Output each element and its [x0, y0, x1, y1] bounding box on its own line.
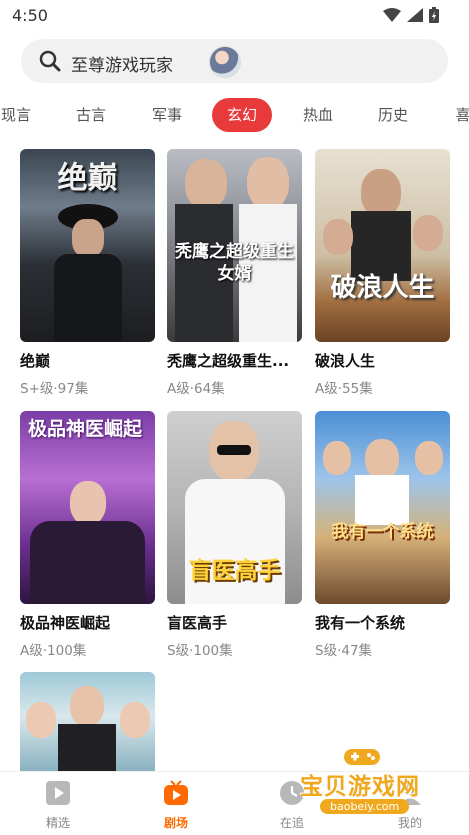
nav-theater[interactable]: 剧场 — [136, 780, 216, 831]
tab-junshi[interactable]: 军事 — [145, 98, 189, 132]
poster-image: 我有一个系统 — [315, 411, 450, 604]
search-avatar — [209, 46, 241, 78]
tv-icon — [164, 780, 188, 805]
poster-image: 盲医高手 — [167, 411, 302, 604]
drama-meta: A级·55集 — [315, 381, 373, 397]
drama-card[interactable] — [20, 672, 155, 782]
drama-card[interactable]: 我有一个系统 我有一个系统 S级·47集 — [315, 411, 450, 659]
drama-card[interactable]: 秃鹰之超级重生女婿 秃鹰之超级重生... A级·64集 — [167, 149, 302, 397]
drama-meta: S级·47集 — [315, 643, 373, 659]
tab-lishi[interactable]: 历史 — [371, 98, 415, 132]
tab-xi[interactable]: 喜 — [448, 98, 469, 132]
status-icons — [383, 7, 439, 23]
search-bar[interactable]: 至尊游戏玩家 — [21, 39, 448, 83]
drama-title: 我有一个系统 — [315, 614, 406, 632]
battery-icon — [429, 7, 439, 23]
status-bar: 4:50 — [0, 0, 469, 32]
tab-rexue[interactable]: 热血 — [296, 98, 340, 132]
watermark-url: baobeiy.com — [320, 799, 410, 814]
poster-image: 破浪人生 — [315, 149, 450, 342]
drama-title: 破浪人生 — [315, 352, 376, 370]
tab-guyan[interactable]: 古言 — [69, 98, 113, 132]
poster-image: 秃鹰之超级重生女婿 — [167, 149, 302, 342]
drama-title: 秃鹰之超级重生... — [167, 352, 290, 370]
tab-xuanhuan[interactable]: 玄幻 — [212, 98, 272, 132]
status-time: 4:50 — [12, 6, 48, 25]
tab-xianyan[interactable]: 现言 — [0, 98, 38, 132]
drama-card[interactable]: 盲医高手 盲医高手 S级·100集 — [167, 411, 302, 659]
drama-title: 盲医高手 — [167, 614, 228, 632]
gamepad-icon — [344, 749, 380, 765]
drama-meta: A级·100集 — [20, 643, 87, 659]
drama-title: 极品神医崛起 — [20, 614, 111, 632]
poster-image: 绝巅 — [20, 149, 155, 342]
search-text: 至尊游戏玩家 — [71, 56, 173, 76]
poster-image — [20, 672, 155, 782]
drama-card[interactable]: 绝巅 绝巅 S+级·97集 — [20, 149, 155, 397]
poster-image: 极品神医崛起 — [20, 411, 155, 604]
search-icon — [39, 50, 61, 72]
wifi-icon — [383, 8, 401, 22]
watermark-logo: 宝贝游戏网 baobeiy.com — [300, 745, 450, 825]
drama-meta: S+级·97集 — [20, 381, 89, 397]
drama-card[interactable]: 极品神医崛起 极品神医崛起 A级·100集 — [20, 411, 155, 659]
category-tabs: 现言 古言 军事 玄幻 热血 历史 喜 — [0, 98, 469, 136]
drama-meta: A级·64集 — [167, 381, 225, 397]
drama-title: 绝巅 — [20, 352, 51, 370]
nav-featured[interactable]: 精选 — [18, 780, 98, 831]
drama-meta: S级·100集 — [167, 643, 233, 659]
play-square-icon — [46, 781, 70, 805]
signal-icon — [407, 8, 423, 22]
watermark-text: 宝贝游戏网 — [300, 774, 420, 800]
drama-card[interactable]: 破浪人生 破浪人生 A级·55集 — [315, 149, 450, 397]
